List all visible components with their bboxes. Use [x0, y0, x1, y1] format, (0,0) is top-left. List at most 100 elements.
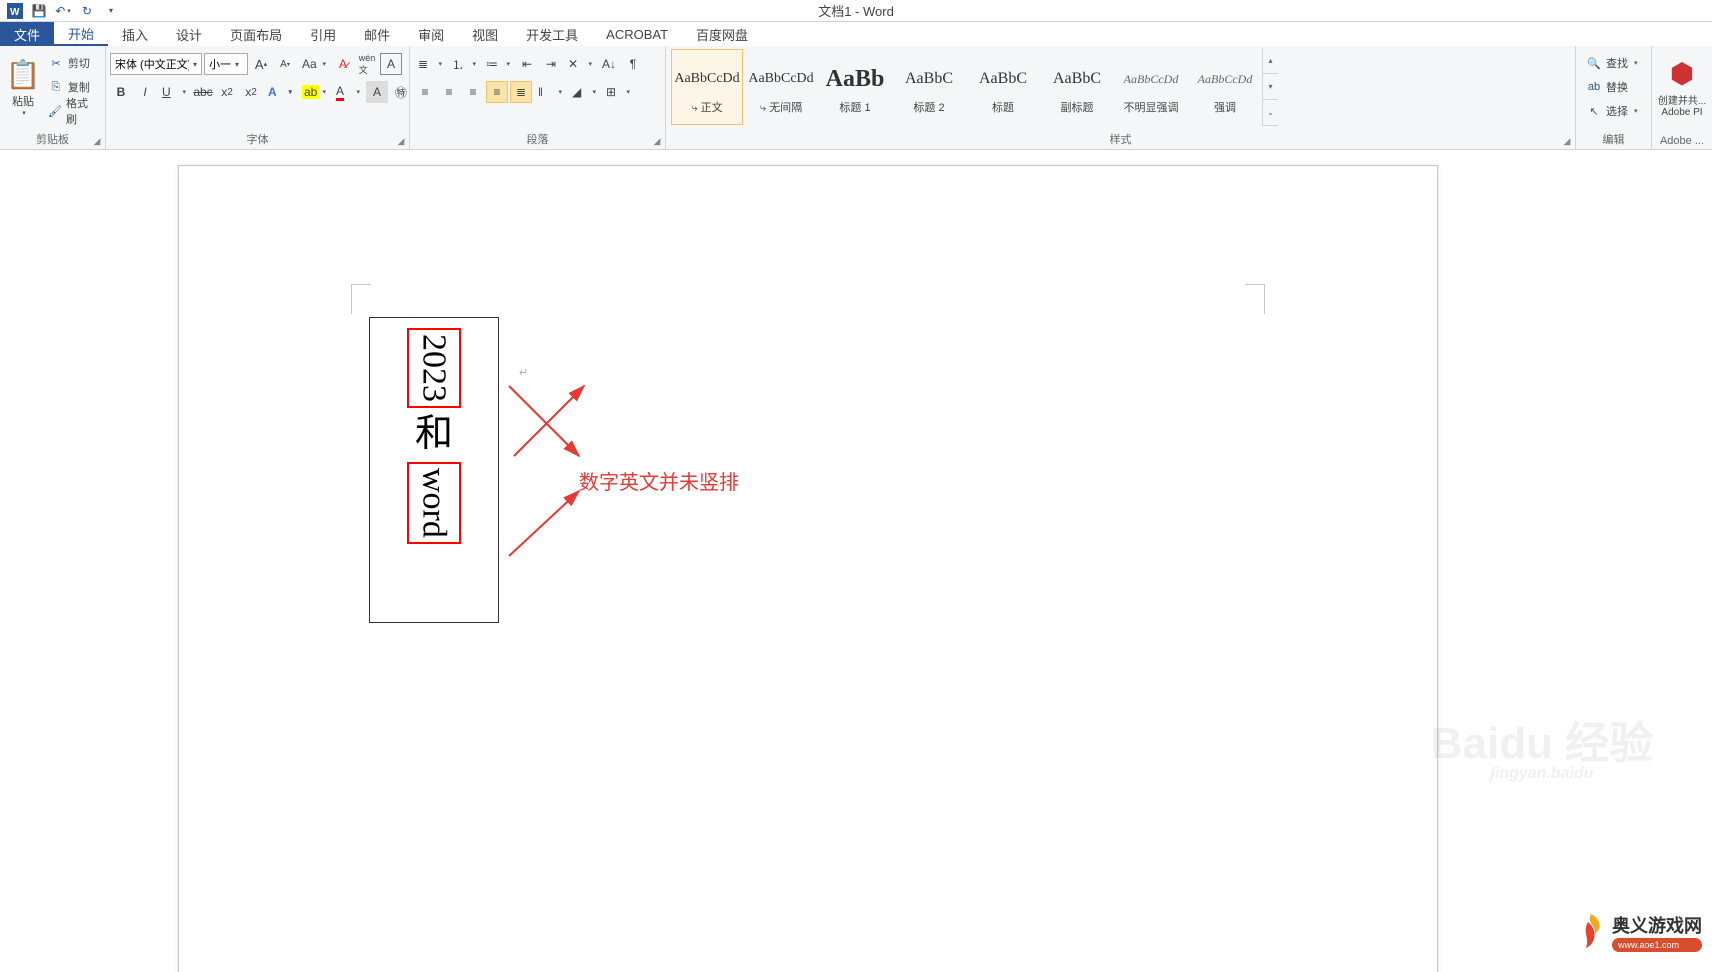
bold-button[interactable]: B — [110, 81, 132, 103]
cursor-icon: ↖ — [1586, 105, 1602, 118]
watermark: Baidu 经验 jingyan.baidu — [1402, 702, 1682, 802]
font-launcher-icon[interactable]: ◢ — [395, 135, 407, 147]
styles-expand-icon[interactable]: ⌄ — [1263, 100, 1278, 126]
group-font: 宋体 (中文正文)▾ 小一▾ A▴ A▾ Aa▾ A̷ wén文 A B I U… — [106, 46, 410, 149]
tab-home[interactable]: 开始 — [54, 22, 108, 46]
tab-baidu[interactable]: 百度网盘 — [682, 22, 762, 46]
line-spacing-button[interactable]: ‖▾ — [534, 81, 566, 103]
title-bar: W 💾 ↶▾ ↻ ▾ 文档1 - Word — [0, 0, 1712, 22]
ribbon: 📋 粘贴 ▾ ✂剪切 ⎘复制 🖌格式刷 剪贴板 ◢ 宋体 (中文正文)▾ 小一▾… — [0, 46, 1712, 150]
style-subtitle[interactable]: AaBbC副标题 — [1041, 49, 1113, 125]
styles-launcher-icon[interactable]: ◢ — [1561, 135, 1573, 147]
style-heading2[interactable]: AaBbC标题 2 — [893, 49, 965, 125]
increase-indent-button[interactable]: ⇥ — [540, 53, 562, 75]
underline-button[interactable]: U▾ — [158, 81, 190, 103]
char-shading-button[interactable]: A — [366, 81, 388, 103]
decrease-indent-button[interactable]: ⇤ — [516, 53, 538, 75]
select-button[interactable]: ↖选择▾ — [1582, 100, 1642, 122]
annotation-arrow-2 — [499, 476, 589, 566]
undo-icon[interactable]: ↶▾ — [52, 1, 74, 21]
tab-mailings[interactable]: 邮件 — [350, 22, 404, 46]
tab-insert[interactable]: 插入 — [108, 22, 162, 46]
style-normal[interactable]: AaBbCcDd⤷ 正文 — [671, 49, 743, 125]
page[interactable]: 2023 和 word 数字英文并未竖排 ↵ — [178, 165, 1438, 972]
redo-icon[interactable]: ↻ — [76, 1, 98, 21]
char-border-button[interactable]: A — [380, 53, 402, 75]
style-nospacing[interactable]: AaBbCcDd⤷ 无间隔 — [745, 49, 817, 125]
brush-icon: 🖌 — [48, 105, 62, 118]
adobe-create-button[interactable]: ⬢ 创建并共... Adobe PI — [1656, 48, 1708, 126]
clear-format-button[interactable]: A̷ — [332, 53, 354, 75]
bullets-button[interactable]: ≣▾ — [414, 53, 446, 75]
shrink-font-button[interactable]: A▾ — [274, 53, 296, 75]
shading-button[interactable]: ◢▾ — [568, 81, 600, 103]
tab-layout[interactable]: 页面布局 — [216, 22, 296, 46]
font-family-combo[interactable]: 宋体 (中文正文)▾ — [110, 53, 202, 75]
clipboard-launcher-icon[interactable]: ◢ — [91, 135, 103, 147]
multilevel-button[interactable]: ≔▾ — [482, 53, 514, 75]
brand-url: www.aoe1.com — [1612, 938, 1702, 952]
group-paragraph: ≣▾ ⒈▾ ≔▾ ⇤ ⇥ ✕▾ A↓ ¶ ≡ ≡ ≡ ≡ ≣ ‖▾ ◢▾ ⊞▾ … — [410, 46, 666, 149]
window-title: 文档1 - Word — [818, 1, 894, 20]
paste-button[interactable]: 📋 粘贴 ▾ — [4, 48, 42, 126]
tab-references[interactable]: 引用 — [296, 22, 350, 46]
superscript-button[interactable]: x2 — [240, 81, 262, 103]
brand-name: 奥义游戏网 — [1612, 912, 1702, 938]
numbering-button[interactable]: ⒈▾ — [448, 53, 480, 75]
word-app-icon[interactable]: W — [4, 1, 26, 21]
align-left-button[interactable]: ≡ — [414, 81, 436, 103]
font-color-button[interactable]: A▾ — [332, 81, 364, 103]
qat-customize-icon[interactable]: ▾ — [100, 1, 122, 21]
tab-file[interactable]: 文件 — [0, 22, 54, 46]
asian-layout-button[interactable]: ✕▾ — [564, 53, 596, 75]
subscript-button[interactable]: x2 — [216, 81, 238, 103]
save-icon[interactable]: 💾 — [28, 1, 50, 21]
borders-button[interactable]: ⊞▾ — [602, 81, 634, 103]
align-right-button[interactable]: ≡ — [462, 81, 484, 103]
styles-scroll-up-icon[interactable]: ▴ — [1263, 48, 1278, 74]
search-icon: 🔍 — [1586, 57, 1602, 70]
enclosed-char-button[interactable]: ㊕ — [390, 81, 412, 103]
tab-review[interactable]: 审阅 — [404, 22, 458, 46]
clipboard-label: 剪贴板 — [4, 128, 101, 149]
text-effects-button[interactable]: A▾ — [264, 81, 296, 103]
margin-corner-tr — [1245, 284, 1265, 314]
highlight-button[interactable]: ab▾ — [298, 81, 330, 103]
sort-button[interactable]: A↓ — [598, 53, 620, 75]
cut-button[interactable]: ✂剪切 — [44, 52, 99, 74]
style-subtle-emphasis[interactable]: AaBbCcDd不明显强调 — [1115, 49, 1187, 125]
tab-design[interactable]: 设计 — [162, 22, 216, 46]
vertical-textbox[interactable]: 2023 和 word — [369, 317, 499, 623]
format-painter-button[interactable]: 🖌格式刷 — [44, 100, 99, 122]
style-heading1[interactable]: AaBb标题 1 — [819, 49, 891, 125]
adobe-icon: ⬢ — [1670, 57, 1694, 90]
tab-acrobat[interactable]: ACROBAT — [592, 22, 682, 46]
strikethrough-button[interactable]: abc — [192, 81, 214, 103]
change-case-button[interactable]: Aa▾ — [298, 53, 330, 75]
highlight-box-1: 2023 — [407, 328, 460, 408]
phonetic-guide-button[interactable]: wén文 — [356, 53, 378, 75]
paragraph-launcher-icon[interactable]: ◢ — [651, 135, 663, 147]
align-justify-button[interactable]: ≡ — [486, 81, 508, 103]
align-distributed-button[interactable]: ≣ — [510, 81, 532, 103]
styles-scroll-down-icon[interactable]: ▾ — [1263, 74, 1278, 100]
tab-developer[interactable]: 开发工具 — [512, 22, 592, 46]
vertical-text-1: 2023 — [415, 334, 452, 402]
styles-gallery: AaBbCcDd⤷ 正文 AaBbCcDd⤷ 无间隔 AaBb标题 1 AaBb… — [670, 48, 1278, 126]
italic-button[interactable]: I — [134, 81, 156, 103]
grow-font-button[interactable]: A▴ — [250, 53, 272, 75]
align-center-button[interactable]: ≡ — [438, 81, 460, 103]
find-button[interactable]: 🔍查找▾ — [1582, 52, 1642, 74]
group-clipboard: 📋 粘贴 ▾ ✂剪切 ⎘复制 🖌格式刷 剪贴板 ◢ — [0, 46, 106, 149]
ribbon-tabs: 文件 开始 插入 设计 页面布局 引用 邮件 审阅 视图 开发工具 ACROBA… — [0, 22, 1712, 46]
font-size-combo[interactable]: 小一▾ — [204, 53, 248, 75]
styles-scroll: ▴ ▾ ⌄ — [1262, 48, 1278, 126]
paste-icon: 📋 — [6, 58, 41, 91]
vertical-text-2: 和 — [415, 410, 453, 460]
replace-button[interactable]: ab替换 — [1582, 76, 1642, 98]
paragraph-label: 段落 — [414, 128, 661, 149]
tab-view[interactable]: 视图 — [458, 22, 512, 46]
show-marks-button[interactable]: ¶ — [622, 53, 644, 75]
style-title[interactable]: AaBbC标题 — [967, 49, 1039, 125]
style-emphasis[interactable]: AaBbCcDd强调 — [1189, 49, 1261, 125]
